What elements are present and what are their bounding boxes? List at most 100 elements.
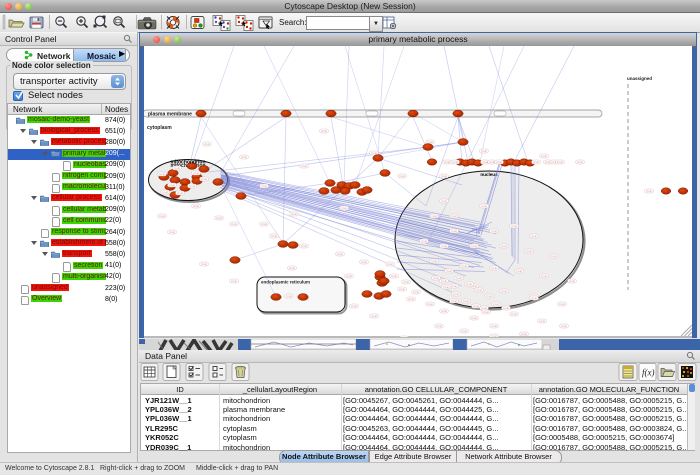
svg-text:(n a): (n a)	[241, 155, 246, 159]
svg-text:(n a): (n a)	[444, 160, 449, 164]
svg-text:(n a): (n a)	[201, 262, 206, 266]
svg-text:(n a): (n a)	[521, 332, 526, 336]
svg-text:(n a): (n a)	[453, 292, 458, 296]
svg-text:(n a): (n a)	[174, 166, 179, 170]
svg-text:(n a): (n a)	[408, 297, 413, 301]
svg-text:(n a): (n a)	[193, 204, 198, 208]
svg-text:(n a): (n a)	[456, 276, 461, 280]
svg-text:unassigned: unassigned	[627, 76, 652, 81]
svg-text:(n a): (n a)	[204, 142, 209, 146]
svg-text:(n a): (n a)	[371, 314, 376, 318]
svg-text:(n a): (n a)	[577, 160, 582, 164]
svg-text:(n a): (n a)	[341, 206, 346, 210]
svg-text:(n a): (n a)	[159, 172, 164, 176]
svg-text:(n a): (n a)	[169, 230, 174, 234]
svg-text:(n a): (n a)	[361, 260, 366, 264]
svg-text:(n a): (n a)	[261, 184, 266, 188]
svg-text:(n a): (n a)	[399, 174, 404, 178]
svg-text:(n a): (n a)	[503, 306, 508, 310]
svg-text:(n a): (n a)	[451, 284, 456, 288]
svg-text:(n a): (n a)	[526, 249, 531, 253]
svg-text:(n a): (n a)	[482, 160, 487, 164]
svg-text:(n a): (n a)	[451, 229, 456, 233]
svg-text:(n a): (n a)	[531, 296, 536, 300]
svg-text:(n a): (n a)	[413, 290, 418, 294]
svg-text:(n a): (n a)	[231, 279, 236, 283]
svg-text:(n a): (n a)	[491, 229, 496, 233]
svg-text:(n a): (n a)	[351, 304, 356, 308]
svg-text:(n a): (n a)	[421, 239, 426, 243]
svg-text:(n a): (n a)	[443, 285, 448, 289]
svg-text:(n a): (n a)	[399, 287, 404, 291]
svg-text:(n a): (n a)	[441, 279, 446, 283]
svg-text:(n a): (n a)	[539, 319, 544, 323]
svg-text:(n a): (n a)	[301, 164, 306, 168]
svg-text:(n a): (n a)	[491, 334, 496, 337]
svg-text:(n a): (n a)	[162, 190, 167, 194]
svg-text:(n a): (n a)	[289, 266, 294, 270]
svg-text:(n a): (n a)	[493, 302, 498, 306]
svg-text:(n a): (n a)	[461, 264, 466, 268]
svg-text:(n a): (n a)	[337, 252, 342, 256]
svg-text:(n a): (n a)	[533, 160, 538, 164]
svg-text:(n a): (n a)	[551, 254, 556, 258]
svg-text:(n a): (n a)	[301, 244, 306, 248]
svg-text:(n a): (n a)	[481, 306, 486, 310]
svg-text:(n a): (n a)	[541, 154, 546, 158]
svg-text:(n a): (n a)	[501, 289, 506, 293]
svg-text:(n a): (n a)	[441, 174, 446, 178]
svg-text:plasma membrane: plasma membrane	[148, 112, 192, 118]
svg-text:(n a): (n a)	[489, 160, 494, 164]
svg-text:(n a): (n a)	[491, 324, 496, 328]
svg-text:(n a): (n a)	[371, 151, 376, 155]
svg-text:(n a): (n a)	[646, 189, 651, 193]
svg-text:(n a): (n a)	[436, 324, 441, 328]
svg-text:(n a): (n a)	[216, 216, 221, 220]
svg-text:(n a): (n a)	[451, 214, 456, 218]
svg-text:f(x): f(x)	[642, 368, 655, 378]
svg-text:(n a): (n a)	[271, 234, 276, 238]
svg-text:(n a): (n a)	[387, 262, 392, 266]
svg-text:(n a): (n a)	[169, 183, 174, 187]
svg-text:(n a): (n a)	[559, 302, 564, 306]
svg-text:(n a): (n a)	[463, 299, 468, 303]
svg-text:(n a): (n a)	[433, 276, 438, 280]
svg-text:(n a): (n a)	[441, 309, 446, 313]
svg-text:(n a): (n a)	[496, 160, 501, 164]
svg-text:(n a): (n a)	[461, 329, 466, 333]
svg-text:(n a): (n a)	[466, 282, 471, 286]
svg-text:(n a): (n a)	[541, 274, 546, 278]
svg-text:(n a): (n a)	[471, 244, 476, 248]
svg-text:(n a): (n a)	[531, 234, 536, 238]
svg-text:(n a): (n a)	[511, 312, 516, 316]
svg-text:(n a): (n a)	[401, 336, 406, 337]
svg-text:(n a): (n a)	[231, 222, 236, 226]
svg-text:(n a): (n a)	[486, 294, 491, 298]
svg-text:(n a): (n a)	[159, 214, 164, 218]
svg-text:(n a): (n a)	[471, 316, 476, 320]
svg-text:(n a): (n a)	[446, 269, 451, 273]
svg-text:(n a): (n a)	[476, 288, 481, 292]
svg-text:(n a): (n a)	[441, 244, 446, 248]
svg-text:(n a): (n a)	[261, 222, 266, 226]
svg-text:(n a): (n a)	[346, 274, 351, 278]
svg-text:(n a): (n a)	[177, 191, 182, 195]
svg-text:(n a): (n a)	[291, 212, 296, 216]
svg-text:(n a): (n a)	[441, 199, 446, 203]
svg-text:(n a): (n a)	[391, 274, 396, 278]
svg-text:(n a): (n a)	[473, 304, 478, 308]
svg-text:(n a): (n a)	[481, 149, 486, 153]
svg-text:(n a): (n a)	[201, 177, 206, 181]
svg-text:(n a): (n a)	[491, 266, 496, 270]
svg-text:(n a): (n a)	[569, 279, 574, 283]
svg-text:(n a): (n a)	[189, 184, 194, 188]
svg-text:(n a): (n a)	[431, 259, 436, 263]
svg-text:cytoplasm: cytoplasm	[147, 125, 172, 131]
svg-text:(n a): (n a)	[451, 299, 456, 303]
svg-text:(n a): (n a)	[193, 171, 198, 175]
svg-text:(n a): (n a)	[431, 214, 436, 218]
svg-text:(n a): (n a)	[321, 129, 326, 133]
svg-text:(n a): (n a)	[511, 224, 516, 228]
svg-text:(n a): (n a)	[516, 269, 521, 273]
svg-text:(n a): (n a)	[483, 310, 488, 314]
